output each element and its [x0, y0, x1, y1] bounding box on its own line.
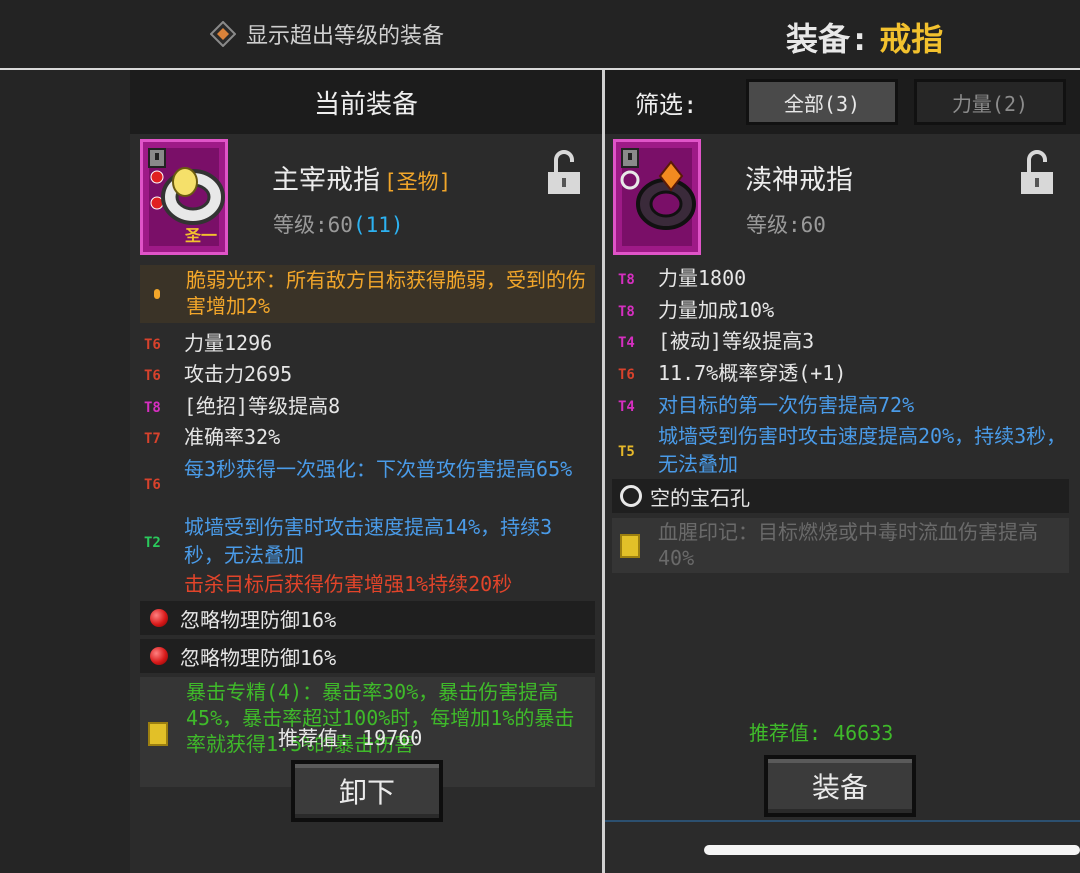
current-item-tag: [圣物] — [384, 170, 452, 194]
candidate-item-lock-icon[interactable] — [1019, 150, 1055, 196]
stat-text: 每3秒获得一次强化：下次普攻伤害提高65% — [184, 457, 573, 481]
red-gem-icon — [150, 609, 168, 627]
equip-slot-value: 戒指 — [879, 20, 944, 58]
current-item-badge: 圣一 — [184, 226, 217, 245]
gem-socket-row: 忽略物理防御16% — [140, 639, 595, 673]
empty-socket-text: 空的宝石孔 — [650, 485, 750, 510]
stat-tier: T8 — [144, 400, 161, 416]
stat-text: 准确率32% — [184, 425, 281, 449]
recommend-label: 推荐值: — [278, 726, 351, 750]
current-recommend: 推荐值: 19760 — [278, 722, 422, 751]
red-gem-icon — [150, 647, 168, 665]
current-equipment-header: 当前装备 — [130, 70, 602, 134]
stat-tier: T4 — [618, 399, 635, 415]
top-bar: 显示超出等级的装备 装备: 戒指 — [0, 0, 1080, 70]
current-item-level-text: 等级:60 — [273, 213, 353, 237]
recommend-value: 46633 — [833, 721, 894, 745]
tab-all[interactable]: 全部(3) — [746, 79, 898, 125]
aura-dot-icon — [154, 289, 160, 299]
stat-tier: T2 — [144, 535, 161, 551]
gem-effect-text: 忽略物理防御16% — [180, 645, 337, 670]
empty-gem-socket-row: 空的宝石孔 — [612, 479, 1069, 513]
filter-label: 筛选: — [635, 90, 698, 119]
recommend-label: 推荐值: — [749, 721, 822, 745]
stat-tier: T8 — [618, 304, 635, 320]
candidate-item-icon[interactable] — [613, 139, 701, 255]
candidate-recommend: 推荐值: 46633 — [749, 717, 893, 746]
empty-socket-icon — [620, 485, 642, 507]
stat-text: 攻击力2695 — [184, 362, 293, 386]
recommend-value: 19760 — [362, 726, 423, 750]
current-stat-line: T7 准确率32% — [144, 423, 594, 453]
stat-text: [绝招]等级提高8 — [184, 394, 341, 418]
scroll-icon — [148, 722, 168, 746]
stat-text: [被动]等级提高3 — [658, 329, 815, 353]
current-item-name-text: 主宰戒指 — [272, 165, 380, 196]
equip-button[interactable]: 装备 — [764, 755, 916, 817]
current-item-lock-icon[interactable] — [546, 150, 582, 196]
current-stat-line: T8 [绝招]等级提高8 — [144, 392, 594, 422]
gem-socket-row: 忽略物理防御16% — [140, 601, 595, 635]
filter-bar: 筛选: 全部(3) 力量(2) — [605, 70, 1080, 134]
bottom-strip — [605, 820, 1080, 822]
stat-text: 力量1800 — [658, 266, 747, 290]
equip-slot-title: 装备: 戒指 — [786, 14, 943, 60]
current-stat-line: T6 每3秒获得一次强化：下次普攻伤害提高65% — [144, 455, 594, 499]
stat-tier: T6 — [618, 367, 635, 383]
candidate-special-effect: 血腥印记：目标燃烧或中毒时流血伤害提高40% — [612, 518, 1069, 573]
candidate-stat-line: T5 城墙受到伤害时攻击速度提高20%，持续3秒，无法叠加 — [618, 422, 1073, 478]
stat-text: 对目标的第一次伤害提高72% — [658, 393, 915, 417]
aura-effect-text: 脆弱光环：所有敌方目标获得脆弱，受到的伤害增加2% — [186, 268, 586, 318]
current-stat-line: T2 城墙受到伤害时攻击速度提高14%，持续3秒，无法叠加 — [144, 513, 594, 569]
candidate-stat-line: T4 [被动]等级提高3 — [618, 327, 1073, 357]
special-effect-text: 血腥印记：目标燃烧或中毒时流血伤害提高40% — [658, 520, 1038, 570]
equip-slot-label: 装备: — [786, 20, 870, 58]
current-item-name: 主宰戒指 [圣物] — [272, 158, 451, 197]
stat-tier: T7 — [144, 431, 161, 447]
stat-text: 城墙受到伤害时攻击速度提高14%，持续3秒，无法叠加 — [184, 515, 553, 567]
candidate-item-name: 渎神戒指 — [745, 165, 853, 196]
candidate-item-level: 等级:60 — [746, 213, 826, 237]
candidate-stat-line: T8 力量1800 — [618, 264, 1073, 294]
gem-effect-text: 忽略物理防御16% — [180, 607, 337, 632]
current-item-level-bonus: (11) — [352, 213, 404, 237]
aura-effect-row: 脆弱光环：所有敌方目标获得脆弱，受到的伤害增加2% — [140, 265, 595, 323]
current-kill-bonus-line: 击杀目标后获得伤害增强1%持续20秒 — [184, 570, 594, 598]
current-item-icon[interactable]: 圣一 — [140, 139, 228, 255]
stat-tier: T6 — [144, 477, 161, 493]
scroll-icon — [620, 534, 640, 558]
kill-bonus-text: 击杀目标后获得伤害增强1%持续20秒 — [184, 572, 513, 596]
stat-tier: T4 — [618, 335, 635, 351]
candidate-stat-line: T6 11.7%概率穿透(+1) — [618, 359, 1073, 389]
stat-tier: T6 — [144, 368, 161, 384]
stat-tier: T8 — [618, 272, 635, 288]
current-stat-line: T6 攻击力2695 — [144, 360, 594, 390]
candidate-stat-line: T8 力量加成10% — [618, 296, 1073, 326]
unequip-button[interactable]: 卸下 — [291, 760, 443, 822]
stat-tier: T6 — [144, 337, 161, 353]
show-overlevel-toggle[interactable]: 显示超出等级的装备 — [209, 16, 445, 52]
current-stat-line: T6 力量1296 — [144, 329, 594, 359]
candidate-stat-line: T4 对目标的第一次伤害提高72% — [618, 391, 1073, 421]
current-item-level: 等级:60(11) — [273, 209, 404, 239]
tab-strength[interactable]: 力量(2) — [914, 79, 1066, 125]
stat-text: 力量1296 — [184, 331, 273, 355]
stat-text: 城墙受到伤害时攻击速度提高20%，持续3秒，无法叠加 — [658, 424, 1067, 476]
home-indicator[interactable] — [704, 845, 1080, 855]
toggle-diamond-icon[interactable] — [209, 20, 237, 48]
stat-tier: T5 — [618, 444, 635, 460]
show-overlevel-label: 显示超出等级的装备 — [246, 24, 445, 49]
stat-text: 11.7%概率穿透(+1) — [658, 361, 847, 385]
stat-text: 力量加成10% — [658, 298, 775, 322]
